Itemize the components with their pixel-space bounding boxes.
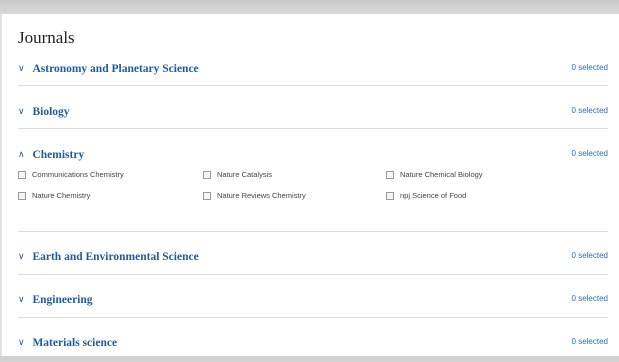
section-header[interactable]: ∧ Chemistry 0 selected bbox=[18, 146, 608, 166]
chevron-down-icon: ∨ bbox=[18, 251, 25, 262]
checkbox-icon[interactable] bbox=[18, 191, 26, 200]
section-header[interactable]: ∨ Biology 0 selected bbox=[18, 103, 608, 123]
journal-option[interactable]: Nature Chemistry bbox=[18, 191, 90, 200]
selected-count: 0 selected bbox=[571, 337, 608, 346]
section-earth-environmental[interactable]: ∨ Earth and Environmental Science 0 sele… bbox=[18, 248, 608, 268]
checkbox-icon[interactable] bbox=[386, 170, 394, 179]
window-bottom-bar bbox=[0, 356, 619, 362]
section-astronomy[interactable]: ∨ Astronomy and Planetary Science 0 sele… bbox=[18, 60, 608, 80]
panel-left-edge bbox=[0, 14, 2, 362]
section-label: Biology bbox=[32, 105, 70, 118]
section-header[interactable]: ∨ Astronomy and Planetary Science 0 sele… bbox=[18, 60, 608, 80]
checkbox-icon[interactable] bbox=[203, 191, 211, 200]
journal-option[interactable]: npj Science of Food bbox=[386, 191, 466, 200]
page-title: Journals bbox=[18, 28, 75, 47]
section-label: Engineering bbox=[32, 293, 93, 306]
section-header[interactable]: ∨ Earth and Environmental Science 0 sele… bbox=[18, 248, 608, 268]
journal-label: Nature Reviews Chemistry bbox=[217, 191, 306, 200]
section-biology[interactable]: ∨ Biology 0 selected bbox=[18, 103, 608, 123]
window-top-bar bbox=[0, 0, 619, 14]
journals-panel: Journals ∨ Astronomy and Planetary Scien… bbox=[8, 14, 611, 356]
divider bbox=[18, 274, 608, 275]
section-materials-science[interactable]: ∨ Materials science 0 selected bbox=[18, 334, 608, 354]
selected-count: 0 selected bbox=[571, 251, 608, 260]
section-chemistry[interactable]: ∧ Chemistry 0 selected bbox=[18, 146, 608, 166]
journal-label: Nature Chemical Biology bbox=[400, 170, 483, 179]
section-engineering[interactable]: ∨ Engineering 0 selected bbox=[18, 291, 608, 311]
chevron-down-icon: ∨ bbox=[18, 337, 25, 348]
journal-label: Communications Chemistry bbox=[32, 170, 124, 179]
chevron-up-icon: ∧ bbox=[18, 149, 25, 160]
selected-count: 0 selected bbox=[571, 106, 608, 115]
journal-option[interactable]: Nature Chemical Biology bbox=[386, 170, 483, 179]
section-label: Astronomy and Planetary Science bbox=[32, 62, 199, 75]
selected-count: 0 selected bbox=[571, 63, 608, 72]
journal-option[interactable]: Nature Reviews Chemistry bbox=[203, 191, 306, 200]
section-header[interactable]: ∨ Materials science 0 selected bbox=[18, 334, 608, 354]
journal-label: npj Science of Food bbox=[400, 191, 467, 200]
chevron-down-icon: ∨ bbox=[18, 294, 25, 305]
chevron-down-icon: ∨ bbox=[18, 63, 25, 74]
journal-label: Nature Chemistry bbox=[32, 191, 91, 200]
journal-option[interactable]: Nature Catalysis bbox=[203, 170, 272, 179]
checkbox-icon[interactable] bbox=[203, 170, 211, 179]
divider bbox=[18, 231, 608, 232]
journal-option[interactable]: Communications Chemistry bbox=[18, 170, 124, 179]
divider bbox=[18, 128, 608, 129]
divider bbox=[18, 85, 608, 86]
journal-label: Nature Catalysis bbox=[217, 170, 273, 179]
section-label: Materials science bbox=[32, 336, 118, 349]
checkbox-icon[interactable] bbox=[386, 191, 394, 200]
selected-count: 0 selected bbox=[571, 149, 608, 158]
checkbox-icon[interactable] bbox=[18, 170, 26, 179]
selected-count: 0 selected bbox=[571, 294, 608, 303]
section-label: Chemistry bbox=[32, 148, 85, 161]
section-header[interactable]: ∨ Engineering 0 selected bbox=[18, 291, 608, 311]
divider bbox=[18, 317, 608, 318]
chevron-down-icon: ∨ bbox=[18, 106, 25, 117]
section-label: Earth and Environmental Science bbox=[32, 250, 199, 263]
